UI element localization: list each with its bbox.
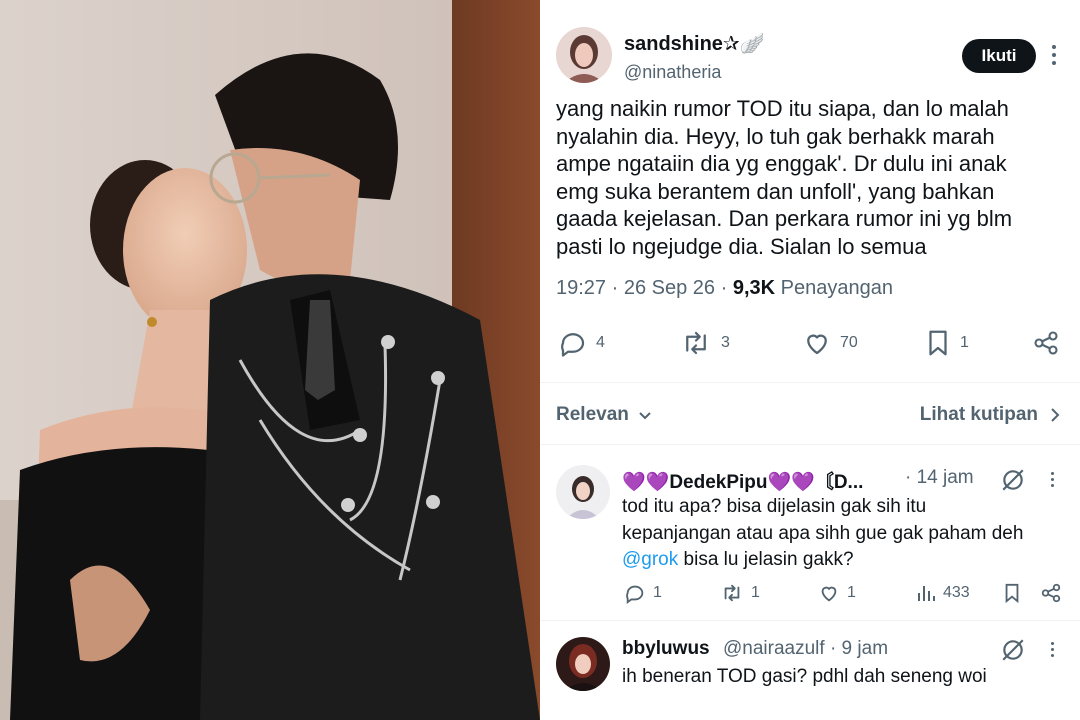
reply-share-button[interactable] <box>1040 582 1062 604</box>
divider <box>540 382 1080 383</box>
reply-avatar[interactable] <box>556 637 610 691</box>
reply-timestamp: · 14 jam <box>905 467 974 488</box>
like-count: 70 <box>840 334 858 351</box>
bookmark-icon <box>1005 583 1019 604</box>
follow-button[interactable]: Ikuti <box>962 39 1036 73</box>
reply-button[interactable]: 4 <box>558 328 605 358</box>
reply-text: ih beneran TOD gasi? pdhl dah seneng woi <box>622 664 987 691</box>
view-quotes-link[interactable]: Lihat kutipan <box>920 404 1062 426</box>
reply-author-name[interactable]: bbyluwus <box>622 638 710 660</box>
attached-photo[interactable] <box>0 0 540 720</box>
chevron-right-icon <box>1051 408 1060 422</box>
chevron-down-icon <box>639 412 651 420</box>
post-meta: 19:27 · 26 Sep 26 · 9,3K Penayangan <box>556 277 893 300</box>
bookmark-icon <box>929 330 947 356</box>
post-text: yang naikin rumor TOD itu siapa, dan lo … <box>556 95 1061 260</box>
more-options-icon[interactable] <box>1046 40 1062 70</box>
reply-handle-timestamp: @nairaazulf · 9 jam <box>723 638 889 659</box>
reply-avatar[interactable] <box>556 465 610 519</box>
heart-icon <box>821 586 837 602</box>
post-text-line: nyalahin dia. Heyy, lo tuh gak berhakk m… <box>556 123 995 149</box>
reply-like-count: 1 <box>847 584 856 601</box>
share-button[interactable] <box>1032 328 1060 358</box>
heart-icon <box>807 334 827 355</box>
post-text-line: pasti lo ngejudge dia. Sialan lo semua <box>556 233 927 259</box>
reply-more-icon[interactable] <box>1046 469 1058 489</box>
photo-image <box>0 0 540 720</box>
repost-count: 3 <box>721 334 730 351</box>
bookmark-button[interactable]: 1 <box>924 328 969 358</box>
meta-separator: · <box>611 277 624 299</box>
reply-text: tod itu apa? bisa dijelasin gak sih itu … <box>622 494 1023 574</box>
reply-reply-count: 1 <box>653 584 662 601</box>
divider <box>540 620 1080 621</box>
reply-icon <box>626 585 644 604</box>
post-text-line: gaada kejelasan. Dan perkara rumor ini y… <box>556 206 1013 231</box>
reply-text-line: ih beneran TOD gasi? pdhl dah seneng woi <box>622 666 987 687</box>
views-label: Penayangan <box>780 277 893 299</box>
reply-reply-button[interactable]: 1 <box>624 582 662 604</box>
author-avatar[interactable] <box>556 27 612 83</box>
reply-icon <box>561 333 585 357</box>
meta-separator: · <box>720 277 733 299</box>
analytics-icon <box>918 586 935 601</box>
sort-dropdown[interactable]: Relevan <box>556 404 653 426</box>
author-handle[interactable]: @ninatheria <box>624 62 721 83</box>
post-text-line: emg suka berantem dan unfoll', yang bahk… <box>556 178 995 204</box>
grok-icon[interactable] <box>1000 467 1026 493</box>
reply-more-icon[interactable] <box>1046 639 1058 659</box>
sort-label: Relevan <box>556 404 629 425</box>
post-text-line: yang naikin rumor TOD itu siapa, dan lo … <box>556 96 1009 121</box>
views-count: 9,3K <box>732 277 776 299</box>
repost-icon <box>686 331 706 355</box>
like-button[interactable]: 70 <box>802 328 858 358</box>
post-text-line: ampe ngataiin dia yg enggak'. Dr dulu in… <box>556 151 1007 176</box>
mention-link[interactable]: @grok <box>622 549 678 570</box>
bookmark-count: 1 <box>960 334 969 351</box>
reply-text-rest: bisa lu jelasin gakk? <box>678 549 854 570</box>
reply-author-name[interactable]: 💜💜DedekPipu💜💜〘D... <box>622 467 863 494</box>
reply-text-line: kepanjangan atau apa sihh gue gak paham … <box>622 522 1024 544</box>
author-display-name[interactable]: sandshine✰🪽 <box>624 31 765 56</box>
view-quotes-label: Lihat kutipan <box>919 404 1038 425</box>
reply-repost-count: 1 <box>751 584 760 601</box>
reply-text-line: tod itu apa? bisa dijelasin gak sih itu <box>622 496 927 517</box>
reply-text-line: @grok bisa lu jelasin gakk? <box>622 547 1023 574</box>
share-icon <box>1041 583 1061 603</box>
grok-icon[interactable] <box>1000 637 1026 663</box>
post-date[interactable]: 26 Sep 26 <box>624 277 715 299</box>
divider <box>540 444 1080 445</box>
post-time[interactable]: 19:27 <box>556 277 606 299</box>
reply-views-button[interactable]: 433 <box>916 582 970 604</box>
repost-button[interactable]: 3 <box>679 328 730 358</box>
repost-icon <box>724 584 740 602</box>
share-icon <box>1034 331 1058 355</box>
post-panel: sandshine✰🪽 @ninatheria Ikuti yang naiki… <box>540 0 1080 720</box>
reply-views-count: 433 <box>943 584 970 601</box>
reply-like-button[interactable]: 1 <box>818 582 856 604</box>
reply-repost-button[interactable]: 1 <box>720 582 760 604</box>
reply-bookmark-button[interactable] <box>1002 582 1022 604</box>
reply-count: 4 <box>596 334 605 351</box>
